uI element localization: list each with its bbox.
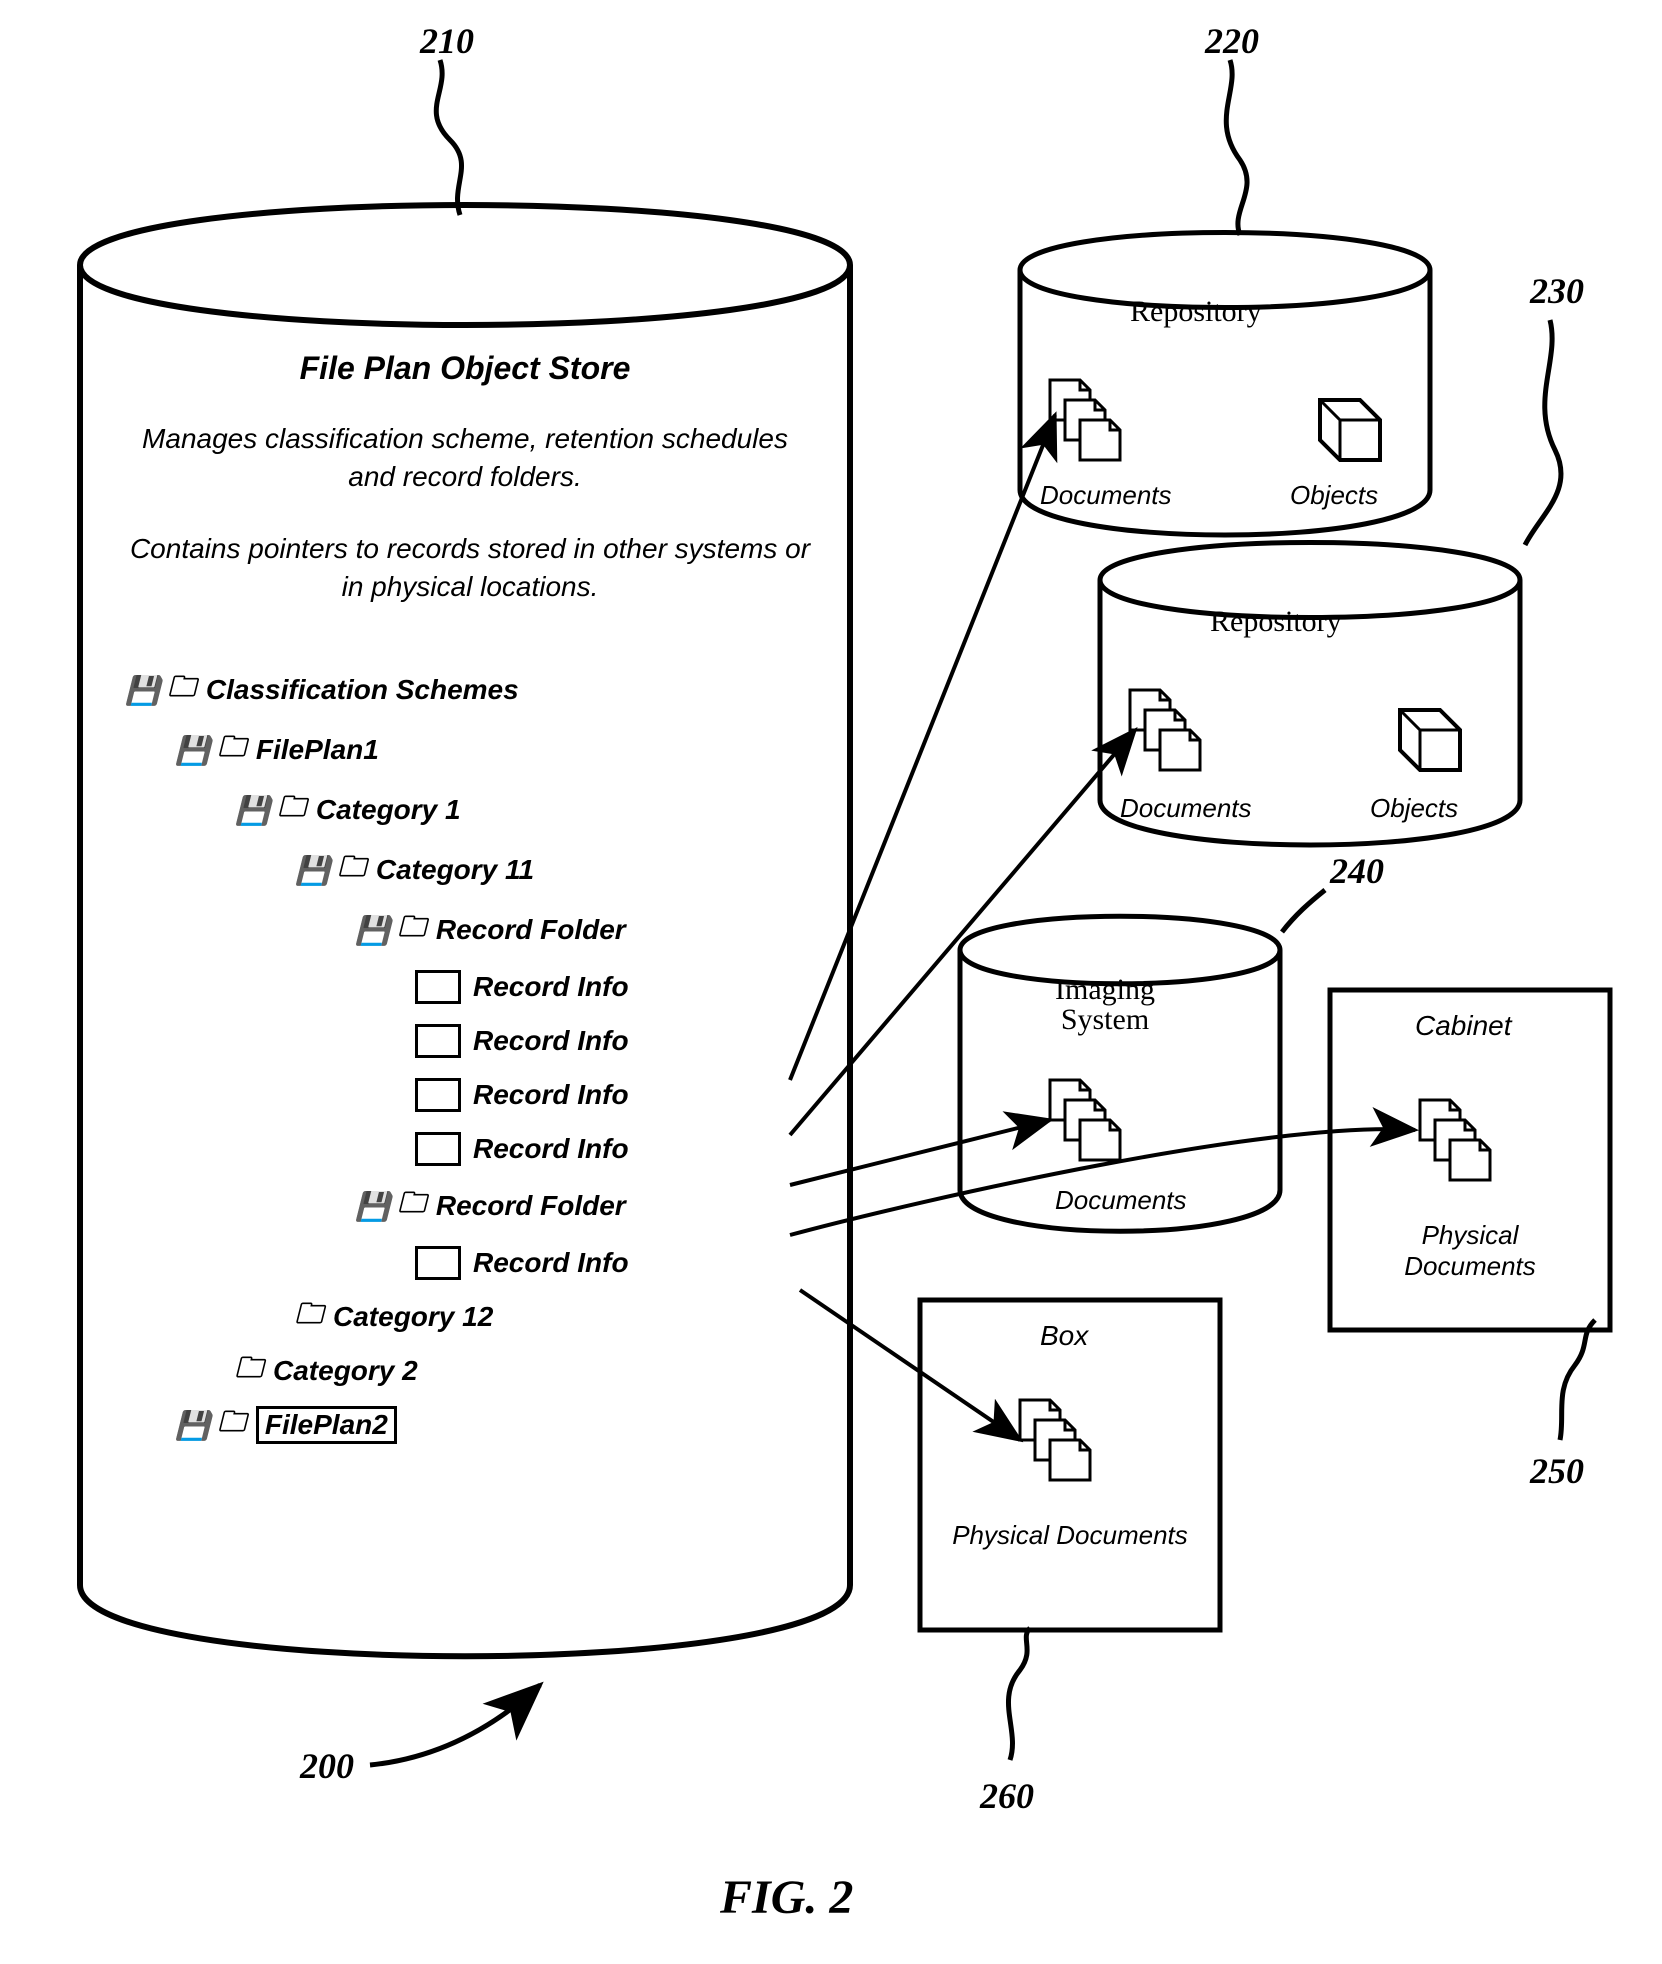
- tree-cat1-label: Category 1: [316, 794, 461, 826]
- tree-rf2-label: Record Folder: [436, 1190, 626, 1222]
- tree-cat11: 💾 🗀 Category 11: [125, 840, 845, 900]
- tree-record-info-3: Record Info: [125, 1068, 845, 1122]
- tree-rf1-label: Record Folder: [436, 914, 626, 946]
- folder-icon: 🗀: [398, 1182, 426, 1230]
- disk-icon: 💾: [295, 854, 330, 887]
- imaging-title-2: System: [1061, 1003, 1149, 1036]
- tree-fp2-label: FilePlan2: [256, 1406, 397, 1444]
- record-icon: [415, 1132, 461, 1166]
- tree-record-info-5: Record Info: [125, 1236, 845, 1290]
- tree-record-info-2: Record Info: [125, 1014, 845, 1068]
- figure-caption: FIG. 2: [720, 1870, 853, 1925]
- disk-icon: 💾: [235, 794, 270, 827]
- fileplan-tree: 💾 🗀 Classification Schemes 💾 🗀 FilePlan1…: [125, 660, 845, 1452]
- folder-icon: 🗀: [218, 1401, 246, 1449]
- repo2-docs: Documents: [1120, 793, 1252, 824]
- tree-ri-label: Record Info: [473, 1025, 629, 1057]
- repo1-docs: Documents: [1040, 480, 1172, 511]
- tree-fp1: 💾 🗀 FilePlan1: [125, 720, 845, 780]
- tree-cat2: 🗀 Category 2: [125, 1344, 845, 1398]
- index-240: 240: [1330, 850, 1384, 892]
- index-260: 260: [980, 1775, 1034, 1817]
- index-230: 230: [1530, 270, 1584, 312]
- index-210: 210: [420, 20, 474, 62]
- tree-ri-label: Record Info: [473, 1079, 629, 1111]
- record-icon: [415, 970, 461, 1004]
- imaging-title-1: Imaging: [1055, 973, 1155, 1006]
- tree-cat12-label: Category 12: [333, 1301, 493, 1333]
- tree-root-label: Classification Schemes: [206, 674, 519, 706]
- folder-icon: 🗀: [398, 906, 426, 954]
- tree-rf1: 💾 🗀 Record Folder: [125, 900, 845, 960]
- fileplan-desc1: Manages classification scheme, retention…: [120, 420, 810, 496]
- disk-icon: 💾: [175, 734, 210, 767]
- fileplan-desc2: Contains pointers to records stored in o…: [120, 530, 820, 606]
- tree-cat1: 💾 🗀 Category 1: [125, 780, 845, 840]
- record-icon: [415, 1024, 461, 1058]
- tree-rf2: 💾 🗀 Record Folder: [125, 1176, 845, 1236]
- tree-record-info-1: Record Info: [125, 960, 845, 1014]
- repo1-objs: Objects: [1290, 480, 1378, 511]
- disk-icon: 💾: [355, 914, 390, 947]
- repo2-title: Repository: [1210, 605, 1342, 639]
- folder-icon: 🗀: [295, 1293, 323, 1341]
- tree-fp1-label: FilePlan1: [256, 734, 379, 766]
- imaging-docs: Documents: [1055, 1185, 1187, 1216]
- disk-icon: 💾: [175, 1409, 210, 1442]
- record-icon: [415, 1246, 461, 1280]
- tree-ri-label: Record Info: [473, 1133, 629, 1165]
- tree-cat11-label: Category 11: [376, 854, 534, 886]
- disk-icon: 💾: [125, 674, 160, 707]
- diagram-canvas: 210 220 230 240 250 260 200 File Plan Ob…: [20, 20, 1642, 1944]
- index-200: 200: [300, 1745, 354, 1787]
- folder-icon: 🗀: [278, 786, 306, 834]
- disk-icon: 💾: [355, 1190, 390, 1223]
- tree-record-info-4: Record Info: [125, 1122, 845, 1176]
- tree-root: 💾 🗀 Classification Schemes: [125, 660, 845, 720]
- tree-ri-label: Record Info: [473, 1247, 629, 1279]
- imaging-title: Imaging System: [1055, 975, 1155, 1035]
- cabinet-docs: Physical Documents: [1360, 1220, 1580, 1282]
- record-icon: [415, 1078, 461, 1112]
- index-250: 250: [1530, 1450, 1584, 1492]
- folder-icon: 🗀: [218, 726, 246, 774]
- tree-cat12: 🗀 Category 12: [125, 1290, 845, 1344]
- folder-icon: 🗀: [235, 1347, 263, 1395]
- tree-fp2: 💾 🗀 FilePlan2: [125, 1398, 845, 1452]
- folder-icon: 🗀: [168, 666, 196, 714]
- tree-ri-label: Record Info: [473, 971, 629, 1003]
- box-title: Box: [1040, 1320, 1088, 1352]
- tree-cat2-label: Category 2: [273, 1355, 418, 1387]
- cabinet-title: Cabinet: [1415, 1010, 1512, 1042]
- repo2-objs: Objects: [1370, 793, 1458, 824]
- index-220: 220: [1205, 20, 1259, 62]
- fileplan-title: File Plan Object Store: [120, 350, 810, 387]
- folder-icon: 🗀: [338, 846, 366, 894]
- repo1-title: Repository: [1130, 295, 1262, 329]
- box-docs: Physical Documents: [950, 1520, 1190, 1551]
